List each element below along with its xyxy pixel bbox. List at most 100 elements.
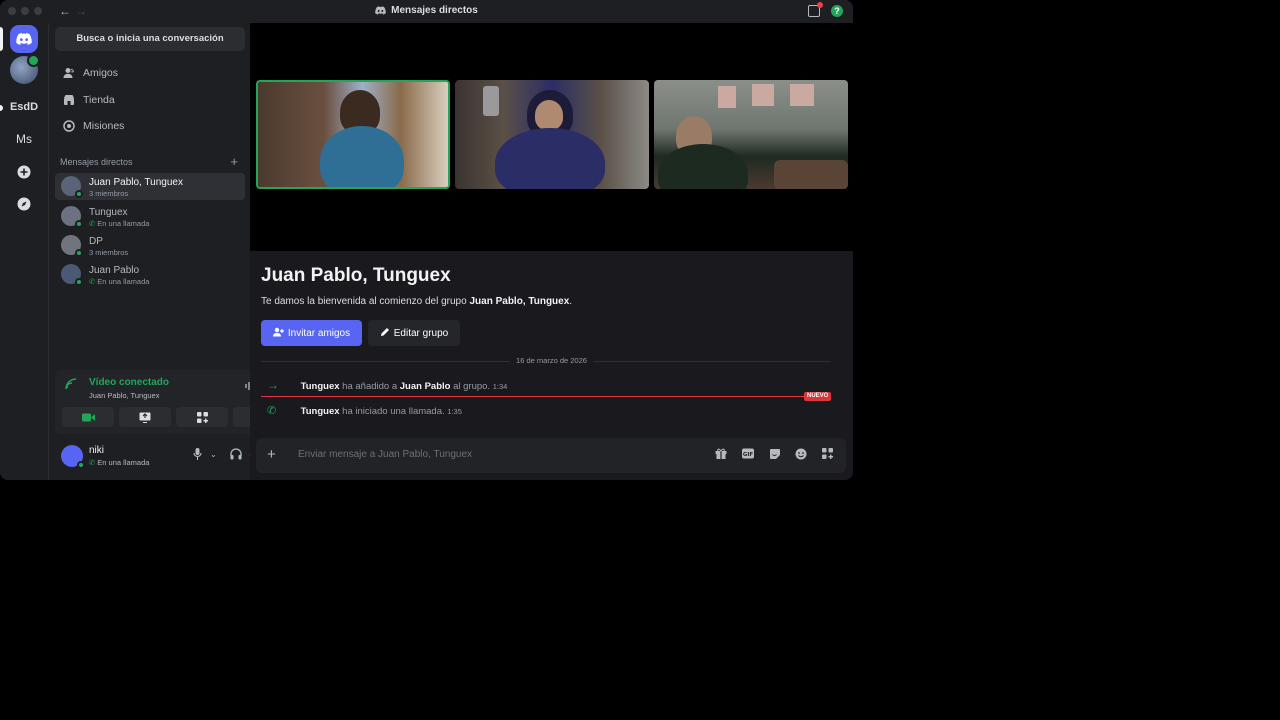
video-tile[interactable] bbox=[455, 80, 649, 189]
message-actor[interactable]: Tunguex bbox=[301, 406, 340, 417]
couch bbox=[774, 160, 848, 189]
date-label: 16 de marzo de 2026 bbox=[250, 356, 853, 365]
dm-subtitle: 3 miembros bbox=[89, 248, 129, 257]
svg-text:GIF: GIF bbox=[743, 452, 754, 458]
chat-area: Juan Pablo, Tunguex Te damos la bienveni… bbox=[250, 251, 853, 480]
dm-item-juan-pablo[interactable]: Juan Pablo ✆ En una llamada bbox=[55, 261, 245, 288]
create-dm-plus-icon[interactable]: + bbox=[230, 154, 238, 169]
arrow-right-icon: → bbox=[267, 378, 279, 392]
nav-store-label: Tienda bbox=[83, 94, 115, 106]
edit-group-button[interactable]: Editar grupo bbox=[368, 320, 460, 346]
voice-channel-name[interactable]: Juan Pablo, Tunguex bbox=[89, 391, 159, 400]
invite-friends-button[interactable]: Invitar amigos bbox=[261, 320, 362, 346]
activities-icon bbox=[196, 411, 208, 423]
phone-icon: ✆ bbox=[267, 405, 277, 417]
participant-body bbox=[495, 128, 605, 189]
voice-status[interactable]: Vídeo conectado bbox=[89, 377, 169, 388]
screen-share-button[interactable] bbox=[119, 407, 171, 427]
apps-icon[interactable] bbox=[822, 448, 833, 462]
camera-button[interactable] bbox=[62, 407, 114, 427]
dm-subtitle: ✆ En una llamada bbox=[89, 219, 150, 228]
video-grid bbox=[250, 23, 853, 251]
plus-circle-icon bbox=[17, 165, 31, 179]
user-avatar[interactable] bbox=[61, 445, 85, 469]
unread-pill bbox=[0, 105, 3, 111]
participant-body bbox=[658, 144, 748, 189]
message-input[interactable]: Enviar mensaje a Juan Pablo, Tunguex bbox=[298, 449, 472, 460]
phone-in-hand bbox=[483, 86, 499, 116]
dm-call-avatar-button[interactable] bbox=[10, 54, 40, 84]
activities-button[interactable] bbox=[176, 407, 228, 427]
video-tile[interactable] bbox=[256, 80, 450, 189]
system-message: ✆ Tunguex ha iniciado una llamada. 1:35 bbox=[267, 405, 462, 417]
welcome-group-name: Juan Pablo, Tunguex bbox=[469, 296, 570, 307]
wall-art bbox=[790, 84, 814, 106]
store-icon bbox=[63, 94, 75, 106]
new-badge: NUEVO bbox=[804, 392, 832, 401]
selected-pill bbox=[0, 27, 3, 51]
direct-messages-home-button[interactable] bbox=[10, 25, 38, 53]
server-ms-button[interactable]: Ms bbox=[10, 125, 38, 153]
wall-art bbox=[752, 84, 774, 106]
friends-icon bbox=[63, 67, 75, 79]
headphones-icon[interactable] bbox=[230, 448, 242, 463]
dm-item-juan-pablo-tunguex[interactable]: Juan Pablo, Tunguex 3 miembros bbox=[55, 173, 245, 200]
help-icon[interactable]: ? bbox=[831, 5, 843, 17]
sticker-icon[interactable] bbox=[769, 448, 781, 463]
message-composer: + Enviar mensaje a Juan Pablo, Tunguex G… bbox=[256, 438, 846, 473]
user-status: ✆ En una llamada bbox=[89, 458, 150, 467]
edit-group-label: Editar grupo bbox=[393, 327, 449, 339]
dm-item-tunguex[interactable]: Tunguex ✆ En una llamada bbox=[55, 203, 245, 230]
dm-item-dp[interactable]: DP 3 miembros bbox=[55, 232, 245, 259]
microphone-icon[interactable] bbox=[193, 448, 202, 463]
message-target[interactable]: Juan Pablo bbox=[400, 381, 451, 392]
add-friend-icon bbox=[272, 327, 284, 340]
server-esdd-button[interactable]: EsdD bbox=[10, 93, 38, 121]
avatar bbox=[61, 206, 83, 228]
inbox-icon[interactable] bbox=[808, 2, 823, 17]
message-actor[interactable]: Tunguex bbox=[301, 381, 340, 392]
emoji-icon[interactable] bbox=[795, 448, 807, 463]
pencil-icon bbox=[380, 327, 390, 340]
welcome-text: Te damos la bienvenida al comienzo del g… bbox=[261, 296, 573, 307]
nav-friends[interactable]: Amigos bbox=[55, 61, 245, 85]
phone-icon: ✆ bbox=[89, 277, 96, 286]
add-server-button[interactable] bbox=[10, 158, 38, 186]
invite-friends-label: Invitar amigos bbox=[287, 327, 351, 339]
message-time: 1:35 bbox=[447, 407, 462, 416]
discord-window: ← → Mensajes directos ? EsdD Ms Busca o … bbox=[0, 0, 853, 480]
attach-plus-icon[interactable]: + bbox=[267, 447, 276, 462]
dm-subtitle: ✆ En una llamada bbox=[89, 277, 150, 286]
search-conversation-button[interactable]: Busca o inicia una conversación bbox=[55, 27, 245, 51]
user-name[interactable]: niki bbox=[89, 445, 104, 456]
nav-store[interactable]: Tienda bbox=[55, 88, 245, 112]
participant-face bbox=[535, 100, 563, 130]
dm-name: Juan Pablo bbox=[89, 265, 140, 276]
signal-icon[interactable] bbox=[65, 378, 77, 393]
quests-icon bbox=[63, 120, 75, 132]
gif-icon[interactable]: GIF bbox=[742, 448, 754, 462]
page-title: Juan Pablo, Tunguex bbox=[261, 265, 451, 286]
phone-icon: ✆ bbox=[89, 458, 96, 467]
avatar bbox=[61, 235, 83, 257]
window-title: Mensajes directos bbox=[0, 5, 853, 18]
video-tile[interactable] bbox=[654, 80, 848, 189]
system-message: → Tunguex ha añadido a Juan Pablo al gru… bbox=[267, 378, 508, 392]
nav-quests-label: Misiones bbox=[83, 120, 125, 132]
discord-logo-icon bbox=[375, 6, 386, 18]
screen-share-icon bbox=[139, 412, 151, 423]
dm-name: DP bbox=[89, 236, 103, 247]
gift-icon[interactable] bbox=[715, 448, 727, 462]
nav-quests[interactable]: Misiones bbox=[55, 114, 245, 138]
server-rail: EsdD Ms bbox=[0, 23, 48, 480]
compass-icon bbox=[17, 197, 31, 211]
dm-section-header: Mensajes directos bbox=[60, 157, 133, 167]
avatar bbox=[61, 264, 83, 286]
avatar bbox=[61, 176, 83, 198]
message-time: 1:34 bbox=[492, 382, 508, 391]
chevron-down-icon[interactable]: ⌄ bbox=[210, 450, 217, 459]
main-content: Juan Pablo, Tunguex Te damos la bienveni… bbox=[250, 23, 853, 480]
discover-button[interactable] bbox=[10, 190, 38, 218]
wall-art bbox=[718, 86, 736, 108]
dm-subtitle: 3 miembros bbox=[89, 189, 129, 198]
